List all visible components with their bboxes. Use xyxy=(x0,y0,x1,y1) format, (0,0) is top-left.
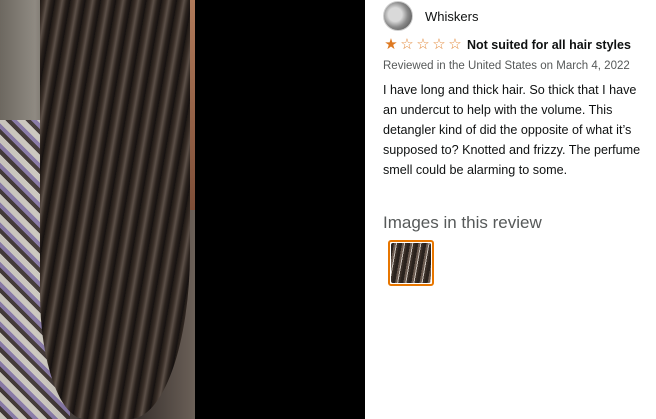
reviewer-profile[interactable]: Whiskers xyxy=(383,1,478,31)
thumbnail-image xyxy=(391,243,431,283)
images-section-heading: Images in this review xyxy=(383,213,542,232)
review-panel: Whiskers ★ ☆ ☆ ☆ ☆ Not suited for all hair s… xyxy=(365,0,656,419)
photo-hair xyxy=(40,0,190,419)
reviewer-name[interactable]: Whiskers xyxy=(425,9,478,24)
viewer-background xyxy=(195,0,365,419)
review-photo xyxy=(0,0,195,419)
review-body: I have long and thick hair. So thick tha… xyxy=(383,83,641,177)
review-title-row: ★ ☆ ☆ ☆ ☆ Not suited for all hair styles xyxy=(383,37,631,52)
star-empty-icon: ☆ xyxy=(432,36,446,53)
review-image-thumbnail[interactable] xyxy=(388,240,434,286)
review-date: Reviewed in the United States on March 4… xyxy=(383,60,630,72)
star-empty-icon: ☆ xyxy=(416,36,430,53)
star-filled-icon: ★ xyxy=(384,36,398,53)
star-empty-icon: ☆ xyxy=(448,36,462,53)
avatar[interactable] xyxy=(383,1,413,31)
review-title: Not suited for all hair styles xyxy=(467,37,631,52)
star-rating: ★ ☆ ☆ ☆ ☆ xyxy=(383,37,463,52)
star-empty-icon: ☆ xyxy=(400,36,414,53)
